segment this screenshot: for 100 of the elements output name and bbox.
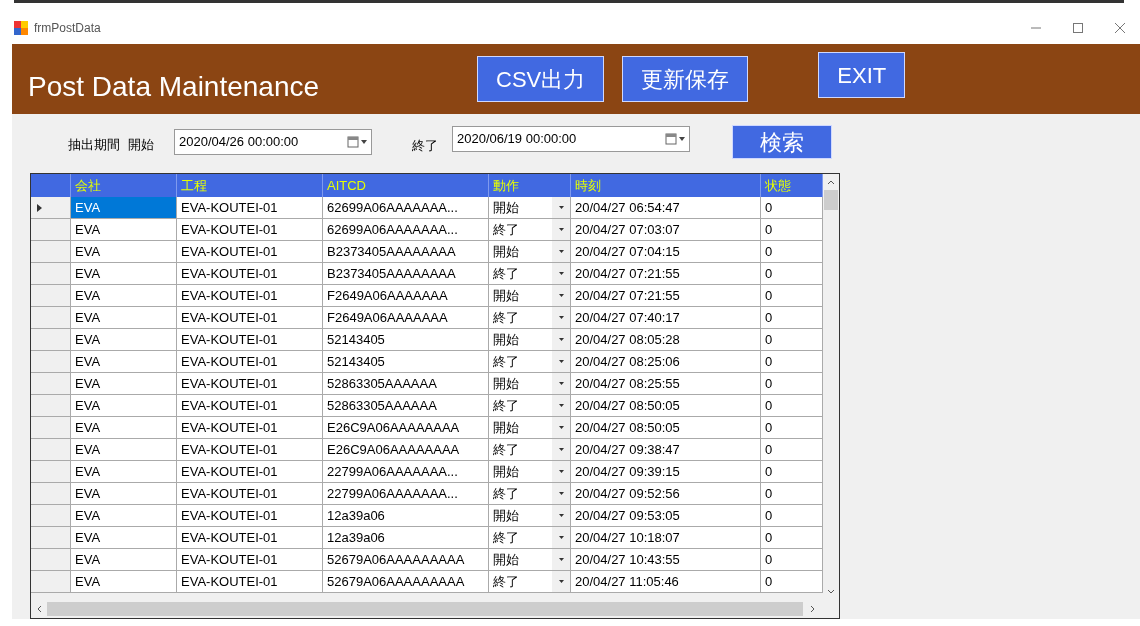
row-header[interactable] <box>31 373 71 395</box>
table-cell: EVA <box>71 263 177 285</box>
table-cell: 0 <box>761 395 823 417</box>
scroll-thumb[interactable] <box>824 190 838 210</box>
action-combo-cell[interactable]: 終了 <box>489 263 571 285</box>
table-cell: 20/04/27 07:21:55 <box>571 263 761 285</box>
close-icon[interactable] <box>1114 22 1126 34</box>
action-combo-cell[interactable]: 開始 <box>489 373 571 395</box>
maximize-icon[interactable] <box>1072 22 1084 34</box>
row-header[interactable] <box>31 329 71 351</box>
start-date-picker[interactable]: 2020/04/26 00:00:00 <box>174 129 372 155</box>
row-header[interactable] <box>31 483 71 505</box>
table-cell: EVA <box>71 417 177 439</box>
row-header[interactable] <box>31 285 71 307</box>
table-cell: EVA-KOUTEI-01 <box>177 483 323 505</box>
table-cell: 20/04/27 07:04:15 <box>571 241 761 263</box>
row-header[interactable] <box>31 439 71 461</box>
row-header[interactable] <box>31 505 71 527</box>
table-cell: EVA-KOUTEI-01 <box>177 395 323 417</box>
row-header[interactable] <box>31 571 71 593</box>
table-cell: 20/04/27 08:50:05 <box>571 395 761 417</box>
app-icon <box>14 21 28 35</box>
action-combo-cell[interactable]: 開始 <box>489 549 571 571</box>
table-cell: 52143405 <box>323 351 489 373</box>
start-label: 開始 <box>128 136 154 155</box>
table-cell: 12a39a06 <box>323 527 489 549</box>
table-cell: F2649A06AAAAAAA <box>323 285 489 307</box>
table-cell: EVA-KOUTEI-01 <box>177 197 323 219</box>
action-combo-cell[interactable]: 終了 <box>489 351 571 373</box>
table-cell: EVA-KOUTEI-01 <box>177 505 323 527</box>
table-cell: F2649A06AAAAAAA <box>323 307 489 329</box>
table-cell: 0 <box>761 285 823 307</box>
action-combo-cell[interactable]: 終了 <box>489 395 571 417</box>
table-cell: 0 <box>761 549 823 571</box>
table-cell: EVA-KOUTEI-01 <box>177 241 323 263</box>
table-cell: 22799A06AAAAAAA... <box>323 483 489 505</box>
row-header[interactable] <box>31 461 71 483</box>
table-cell: 62699A06AAAAAAA... <box>323 197 489 219</box>
table-cell: 0 <box>761 461 823 483</box>
table-cell: 20/04/27 08:05:28 <box>571 329 761 351</box>
save-button[interactable]: 更新保存 <box>622 56 749 102</box>
action-combo-cell[interactable]: 終了 <box>489 439 571 461</box>
table-cell: 0 <box>761 219 823 241</box>
exit-button[interactable]: EXIT <box>818 52 906 98</box>
action-combo-cell[interactable]: 開始 <box>489 505 571 527</box>
action-combo-cell[interactable]: 開始 <box>489 461 571 483</box>
table-cell: EVA <box>71 285 177 307</box>
row-header[interactable] <box>31 351 71 373</box>
row-header[interactable] <box>31 263 71 285</box>
row-header[interactable] <box>31 417 71 439</box>
action-combo-cell[interactable]: 開始 <box>489 417 571 439</box>
table-cell: 20/04/27 09:52:56 <box>571 483 761 505</box>
table-cell: 52143405 <box>323 329 489 351</box>
action-combo-cell[interactable]: 終了 <box>489 571 571 593</box>
search-button[interactable]: 検索 <box>732 125 832 159</box>
action-combo-cell[interactable]: 開始 <box>489 197 571 219</box>
end-label: 終了 <box>412 137 438 156</box>
table-cell: EVA-KOUTEI-01 <box>177 351 323 373</box>
period-label: 抽出期間 <box>68 136 120 155</box>
table-cell: EVA <box>71 439 177 461</box>
table-cell: 12a39a06 <box>323 505 489 527</box>
table-cell: 22799A06AAAAAAA... <box>323 461 489 483</box>
action-combo-cell[interactable]: 終了 <box>489 527 571 549</box>
table-cell: EVA <box>71 351 177 373</box>
csv-export-button[interactable]: CSV出力 <box>477 56 605 102</box>
table-cell: E26C9A06AAAAAAAA <box>323 439 489 461</box>
row-header[interactable] <box>31 307 71 329</box>
row-header[interactable] <box>31 549 71 571</box>
calendar-dropdown-icon[interactable] <box>347 136 367 148</box>
table-cell: EVA-KOUTEI-01 <box>177 219 323 241</box>
end-date-picker[interactable]: 2020/06/19 00:00:00 <box>452 126 690 152</box>
table-cell: 20/04/27 07:03:07 <box>571 219 761 241</box>
table-cell: 20/04/27 09:38:47 <box>571 439 761 461</box>
row-header[interactable] <box>31 241 71 263</box>
table-cell: 20/04/27 07:21:55 <box>571 285 761 307</box>
table-cell: EVA-KOUTEI-01 <box>177 263 323 285</box>
row-header[interactable] <box>31 219 71 241</box>
action-combo-cell[interactable]: 終了 <box>489 219 571 241</box>
action-combo-cell[interactable]: 開始 <box>489 329 571 351</box>
row-header[interactable] <box>31 197 71 219</box>
table-cell: EVA <box>71 197 177 219</box>
table-cell: EVA-KOUTEI-01 <box>177 439 323 461</box>
table-cell: 20/04/27 11:05:46 <box>571 571 761 593</box>
table-cell: E26C9A06AAAAAAAA <box>323 417 489 439</box>
table-cell: 52863305AAAAAA <box>323 373 489 395</box>
table-cell: 20/04/27 09:39:15 <box>571 461 761 483</box>
table-cell: EVA <box>71 373 177 395</box>
action-combo-cell[interactable]: 終了 <box>489 483 571 505</box>
row-header[interactable] <box>31 527 71 549</box>
calendar-dropdown-icon[interactable] <box>665 133 685 145</box>
table-cell: 52679A06AAAAAAAAA <box>323 549 489 571</box>
table-cell: 20/04/27 09:53:05 <box>571 505 761 527</box>
table-cell: 0 <box>761 417 823 439</box>
table-cell: 0 <box>761 241 823 263</box>
table-cell: 20/04/27 10:18:07 <box>571 527 761 549</box>
action-combo-cell[interactable]: 終了 <box>489 307 571 329</box>
row-header[interactable] <box>31 395 71 417</box>
action-combo-cell[interactable]: 開始 <box>489 285 571 307</box>
scroll-thumb[interactable] <box>47 602 803 616</box>
action-combo-cell[interactable]: 開始 <box>489 241 571 263</box>
